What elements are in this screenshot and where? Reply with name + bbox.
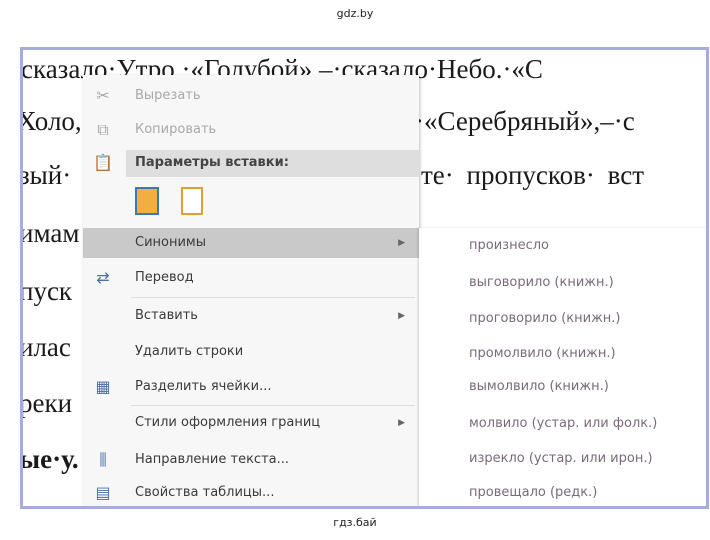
menu-item-synonyms[interactable]: Синонимы ▶ xyxy=(83,228,419,258)
synonym-item[interactable]: произнесло xyxy=(469,238,549,253)
synonym-item[interactable]: промолвило (книжн.) xyxy=(469,346,616,361)
paste-icon: 📋 xyxy=(93,153,113,172)
menu-item-border-styles[interactable]: Стили оформления границ ▶ xyxy=(83,408,419,438)
doc-line: имам xyxy=(20,218,80,248)
context-menu: ✂ Вырезать ⧉ Копировать 📋 Параметры вставки… xyxy=(83,75,419,506)
menu-item-cut[interactable]: ✂ Вырезать xyxy=(83,81,419,111)
chevron-right-icon: ▶ xyxy=(398,418,405,428)
doc-line: пуск xyxy=(20,276,73,306)
synonym-item[interactable]: провещало (редк.) xyxy=(469,485,597,500)
doc-line: реки xyxy=(20,388,73,418)
menu-item-text-direction[interactable]: ⫼ Направление текста... xyxy=(83,445,419,475)
separator xyxy=(131,297,415,298)
scissors-icon: ✂ xyxy=(96,86,110,105)
copy-icon: ⧉ xyxy=(97,120,109,139)
menu-item-split-cells[interactable]: ▦ Разделить ячейки... xyxy=(83,372,419,402)
paste-keep-formatting-icon[interactable] xyxy=(135,187,159,215)
doc-line: зый· xyxy=(20,160,72,190)
doc-line: илас xyxy=(20,332,71,362)
synonym-item[interactable]: выговорило (книжн.) xyxy=(469,275,614,290)
menu-item-table-properties[interactable]: ▤ Свойства таблицы... xyxy=(83,478,419,506)
watermark-top: gdz.by xyxy=(336,7,374,20)
synonym-item[interactable]: изрекло (устар. или ирон.) xyxy=(469,451,653,466)
doc-line: Холо, xyxy=(20,106,82,136)
doc-line: те· пропусков· вст xyxy=(421,160,645,190)
menu-item-copy[interactable]: ⧉ Копировать xyxy=(83,115,419,145)
paste-options-header: 📋 Параметры вставки: xyxy=(83,148,419,178)
synonym-item[interactable]: молвило (устар. или фолк.) xyxy=(469,416,657,431)
menu-item-delete-rows[interactable]: Удалить строки xyxy=(83,337,419,367)
doc-line: ·«Серебряный»,–·с xyxy=(415,106,635,136)
synonym-item[interactable]: вымолвило (книжн.) xyxy=(469,379,609,394)
synonym-item[interactable]: проговорило (книжн.) xyxy=(469,311,621,326)
chevron-right-icon: ▶ xyxy=(398,311,405,321)
menu-item-translate[interactable]: ⇄ Перевод xyxy=(83,263,419,293)
synonyms-submenu: произнесло выговорило (книжн.) проговори… xyxy=(419,228,706,506)
split-cells-icon: ▦ xyxy=(95,377,111,396)
separator xyxy=(131,405,415,406)
doc-line: ые·у. xyxy=(20,444,79,474)
table-properties-icon: ▤ xyxy=(95,483,111,502)
screenshot-frame: сказало·Утро.·«Голубой».–·сказало·Небо.·… xyxy=(20,47,709,509)
paste-text-only-icon[interactable] xyxy=(181,187,203,215)
chevron-right-icon: ▶ xyxy=(398,238,405,248)
text-direction-icon: ⫼ xyxy=(99,450,107,469)
translate-icon: ⇄ xyxy=(96,268,110,287)
watermark-bottom: гдз.бай xyxy=(333,516,377,529)
menu-item-insert[interactable]: Вставить ▶ xyxy=(83,301,419,331)
